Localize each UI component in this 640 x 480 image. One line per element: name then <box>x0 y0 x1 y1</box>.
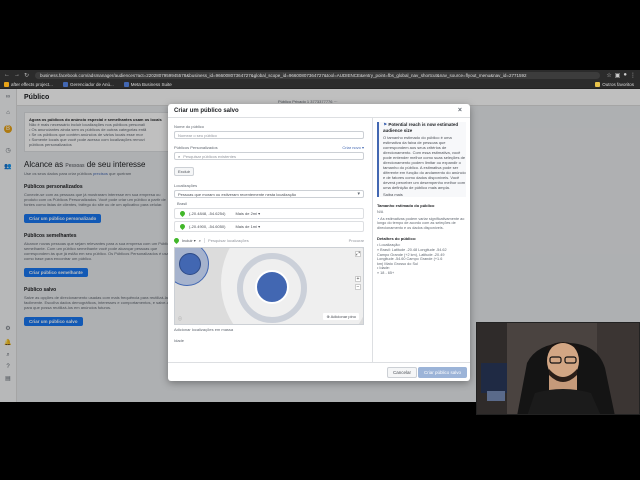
location-search-row: Incluir ▾ ⌕ Pesquisar localizações Procu… <box>172 236 364 245</box>
estimated-size-value: N/A <box>377 210 384 214</box>
learn-more-link[interactable]: Saiba mais <box>383 192 466 197</box>
search-icon: ⌕ <box>198 238 202 243</box>
location-map[interactable]: ⤢ + − ⊕ Adicionar pino ⓘ <box>174 247 364 325</box>
detail-line: » 18 - 65+ <box>377 270 395 275</box>
bookmark-icon <box>62 81 68 87</box>
info-tip: ⚑ Potential reach is now estimated audie… <box>377 122 466 197</box>
country-label: Brasil <box>177 201 188 206</box>
dialog-form: Nome do público Nomear o seu público Púb… <box>168 118 370 362</box>
audience-details: • Localização: » Brasil: Latitude -20.48… <box>377 243 466 275</box>
location-item[interactable]: (-20.4848, -54.6254) Mais de 2mi ▾ <box>174 208 364 219</box>
webcam-overlay <box>476 322 640 415</box>
custom-audience-search[interactable]: ⌕ Pesquisar públicos existentes <box>174 152 364 160</box>
profile-icon[interactable]: ● <box>623 72 627 79</box>
cancel-button[interactable]: Cancelar <box>387 367 418 378</box>
menu-icon[interactable]: ⋮ <box>630 72 636 79</box>
location-marker[interactable] <box>255 270 289 304</box>
location-pin-icon <box>178 222 187 231</box>
extension-icons: ☆ ▣ ● ⋮ <box>606 72 640 79</box>
custom-audience-label: Públicos Personalizados <box>174 145 218 150</box>
dialog-title: Criar um público salvo <box>174 108 239 114</box>
custom-audience-row: Públicos Personalizados Criar novo ▾ <box>174 145 364 150</box>
zoom-in-icon[interactable]: + <box>355 276 361 282</box>
gauge-icon: ◔ <box>377 216 380 221</box>
reload-icon[interactable]: ↻ <box>24 72 29 79</box>
dialog-header: Criar um público salvo × <box>168 104 470 118</box>
name-label: Nome do público <box>174 124 205 129</box>
puzzle-icon[interactable]: ▣ <box>615 72 621 79</box>
folder-icon <box>595 81 601 87</box>
close-icon[interactable]: × <box>458 107 462 114</box>
create-saved-audience-button[interactable]: Criar público salvo <box>418 367 468 378</box>
location-pin-icon <box>172 236 181 245</box>
location-item[interactable]: (-20.4900, -54.6050) Mais de 1mi ▾ <box>174 221 364 232</box>
radius-dropdown[interactable]: Mais de 1mi ▾ <box>235 224 260 229</box>
search-icon: ⌕ <box>178 153 181 159</box>
forward-icon[interactable]: → <box>14 72 20 79</box>
create-new-dropdown[interactable]: Criar novo ▾ <box>342 145 364 150</box>
location-marker[interactable] <box>179 253 201 275</box>
bookmark-item[interactable]: after effects project... <box>4 81 53 87</box>
bulk-locations-link[interactable]: Adicionar localizações em massa <box>174 327 364 332</box>
browse-link[interactable]: Procurar <box>349 238 364 243</box>
create-saved-audience-dialog: Criar um público salvo × Nome do público… <box>168 104 470 381</box>
locations-label: Localizações <box>174 183 198 188</box>
location-search-input[interactable]: Pesquisar localizações <box>204 238 346 243</box>
url-field[interactable]: business.facebook.com/adsmanager/audienc… <box>35 71 601 79</box>
browser-address-bar: ← → ↻ business.facebook.com/adsmanager/a… <box>0 70 640 80</box>
bookmark-icon <box>123 81 129 87</box>
bookmark-icon <box>4 81 9 87</box>
estimated-size-note: ◔ As estimativas podem variar significat… <box>377 216 465 230</box>
zoom-out-icon[interactable]: − <box>355 284 361 290</box>
audience-summary-panel: ⚑ Potential reach is now estimated audie… <box>372 118 470 362</box>
dialog-footer: Cancelar Criar público salvo <box>168 362 470 381</box>
chevron-down-icon: ▾ <box>357 191 360 197</box>
include-dropdown[interactable]: Incluir ▾ <box>182 238 196 243</box>
location-type-select[interactable]: Pessoas que moram ou estiveram recenteme… <box>174 190 364 198</box>
bookmarks-bar: after effects project... Gerenciador de … <box>0 80 640 89</box>
tip-text: O tamanho estimado do público é uma esti… <box>383 135 466 190</box>
bookmark-item[interactable]: Gerenciador de Anú... <box>62 81 114 87</box>
bookmark-item[interactable]: Meta Business Suite <box>123 81 172 87</box>
back-icon[interactable]: ← <box>4 72 10 79</box>
webcam-image <box>477 323 639 414</box>
drop-pin-button[interactable]: ⊕ Adicionar pino <box>323 313 359 320</box>
estimated-size-title: Tamanho estimado do público <box>377 203 435 208</box>
exclude-button[interactable]: Excluir <box>174 167 195 176</box>
radius-dropdown[interactable]: Mais de 2mi ▾ <box>235 211 260 216</box>
age-label: Idade <box>174 338 185 343</box>
nav-buttons: ← → ↻ <box>0 72 29 79</box>
map-attribution-icon: ⓘ <box>178 316 182 321</box>
star-icon[interactable]: ☆ <box>606 72 611 79</box>
location-pin-icon <box>178 209 187 218</box>
audience-name-input[interactable]: Nomear o seu público <box>174 131 364 139</box>
fullscreen-icon[interactable]: ⤢ <box>355 251 361 257</box>
other-bookmarks[interactable]: Outros favoritos <box>595 81 640 87</box>
flag-icon: ⚑ <box>383 122 388 127</box>
tip-title: ⚑ Potential reach is now estimated audie… <box>383 122 459 133</box>
audience-details-title: Detalhes do público: <box>377 236 417 242</box>
